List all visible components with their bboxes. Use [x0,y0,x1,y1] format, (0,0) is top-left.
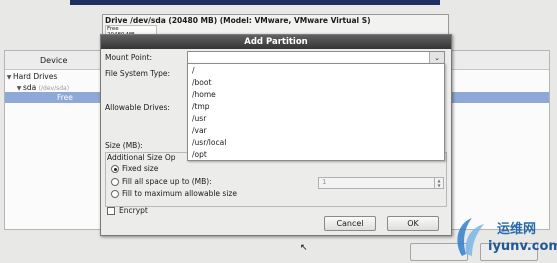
mouse-pointer-icon: ↖ [300,243,308,253]
dialog-title-bar: Add Partition [101,35,451,49]
mount-point-label: Mount Point: [105,53,153,62]
drive-title: Drive /dev/sda (20480 MB) (Model: VMware… [105,16,371,25]
encrypt-checkbox[interactable] [107,207,115,215]
fill-max-radio[interactable] [111,190,119,198]
mount-point-dropdown-list: / /boot /home /tmp /usr /var /usr/local … [187,63,445,161]
encrypt-label: Encrypt [119,206,148,215]
watermark-url-text: iyunv.com [488,239,557,254]
dialog-title: Add Partition [244,37,308,47]
top-bar [0,0,557,5]
mount-option-usr[interactable]: /usr [192,114,206,123]
tree-sub-label: (/dev/sda) [38,85,70,92]
add-partition-dialog: Add Partition Mount Point: File System T… [100,34,452,236]
size-label: Size (MB): [105,141,143,150]
fill-up-to-spinner[interactable]: 1 ▲ ▼ [318,177,444,189]
mount-option-boot[interactable]: /boot [192,78,211,87]
spinner-arrows-icon[interactable]: ▲ ▼ [434,178,443,188]
watermark: 运维网 iyunv.com [450,214,557,260]
device-column-label: Device [40,56,68,65]
ok-button[interactable]: OK [387,216,439,231]
mount-option-root[interactable]: / [192,66,195,75]
fixed-size-label: Fixed size [122,164,159,173]
watermark-chinese-text: 运维网 [497,222,537,237]
allowable-drives-label: Allowable Drives: [105,103,170,112]
fixed-size-radio[interactable] [111,165,119,173]
tree-label: sda [23,83,37,92]
fs-type-label: File System Type: [105,69,171,78]
mount-option-usr-local[interactable]: /usr/local [192,138,226,147]
header-strip [70,0,440,5]
fill-up-to-label: Fill all space up to (MB): [122,177,212,186]
fill-up-to-radio[interactable] [111,178,119,186]
mount-option-opt[interactable]: /opt [192,150,207,159]
cancel-button[interactable]: Cancel [324,216,376,231]
mount-option-var[interactable]: /var [192,126,207,135]
watermark-logo-icon [457,218,484,256]
tree-label: Hard Drives [13,72,58,81]
tree-label: Free [57,93,73,102]
mount-option-tmp[interactable]: /tmp [192,102,210,111]
fill-up-to-value: 1 [322,178,327,186]
additional-size-label: Additional Size Op [107,153,176,162]
mount-option-home[interactable]: /home [192,90,216,99]
fill-max-label: Fill to maximum allowable size [122,189,237,198]
